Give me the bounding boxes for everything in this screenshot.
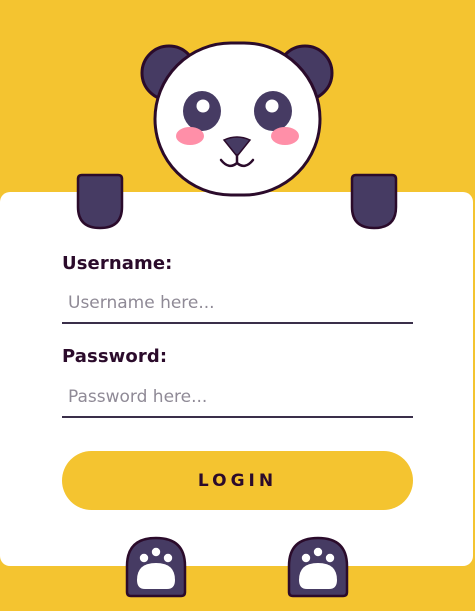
login-button[interactable]: LOGIN (62, 451, 413, 510)
password-label: Password: (62, 346, 168, 367)
paw-icon (286, 536, 350, 598)
panda-right-arm-icon (349, 173, 399, 230)
password-input[interactable] (62, 378, 413, 418)
panda-head-icon (140, 38, 335, 198)
login-scene: Username: Password: LOGIN (0, 0, 475, 611)
username-input[interactable] (62, 284, 413, 324)
panda-left-arm-icon (75, 173, 125, 230)
paw-icon (124, 536, 188, 598)
username-label: Username: (62, 253, 173, 274)
